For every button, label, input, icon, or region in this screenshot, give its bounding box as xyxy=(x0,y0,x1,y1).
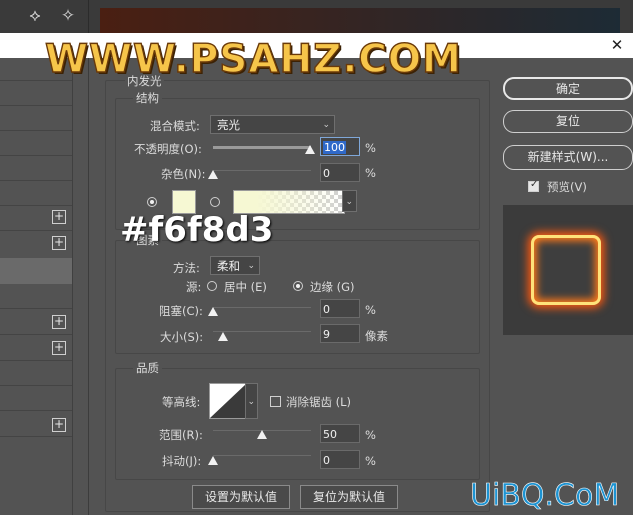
noise-slider-handle[interactable] xyxy=(208,170,218,179)
add-icon[interactable]: + xyxy=(52,418,66,432)
source-edge-radio[interactable] xyxy=(293,281,303,291)
list-divider xyxy=(0,436,72,437)
source-edge-label: 边缘 (G) xyxy=(310,280,355,294)
jitter-slider[interactable] xyxy=(213,455,311,456)
choke-slider[interactable] xyxy=(213,307,311,308)
chevron-down-icon: ⌄ xyxy=(247,397,255,407)
list-divider xyxy=(0,308,72,309)
preview-checkbox[interactable] xyxy=(528,179,539,192)
opacity-label: 不透明度(O): xyxy=(134,142,202,156)
add-icon[interactable]: + xyxy=(52,210,66,224)
range-unit: % xyxy=(365,428,376,442)
size-label: 大小(S): xyxy=(160,330,204,344)
color-hex-label: #f6f8d3 xyxy=(120,210,274,250)
style-list-panel xyxy=(0,58,73,515)
size-unit: 像素 xyxy=(365,329,388,343)
jitter-slider-handle[interactable] xyxy=(208,456,218,465)
jitter-label: 抖动(J): xyxy=(162,454,202,468)
color-radio[interactable] xyxy=(147,197,157,207)
quality-title: 品质 xyxy=(133,360,162,376)
blend-mode-label: 混合模式: xyxy=(150,119,200,133)
gradient-radio[interactable] xyxy=(210,197,220,207)
opacity-unit: % xyxy=(365,141,376,155)
antialias-label: 消除锯齿 (L) xyxy=(286,395,352,409)
list-divider xyxy=(0,205,72,206)
blend-mode-value: 亮光 xyxy=(217,118,240,132)
method-select[interactable]: 柔和 ⌄ xyxy=(210,256,260,275)
chevron-down-icon: ⌄ xyxy=(345,197,353,207)
panel-divider xyxy=(88,58,89,515)
reset-button[interactable]: 复位 xyxy=(503,110,633,133)
structure-title: 结构 xyxy=(133,90,162,106)
method-label: 方法: xyxy=(173,261,200,275)
watermark-psahz: WWW.PSAHZ.COM xyxy=(44,36,462,82)
choke-input[interactable]: 0 xyxy=(320,299,360,318)
source-center-radio[interactable] xyxy=(207,281,217,291)
range-slider-handle[interactable] xyxy=(257,430,267,439)
list-divider xyxy=(0,230,72,231)
noise-label: 杂色(N): xyxy=(161,167,206,181)
jitter-unit: % xyxy=(365,454,376,468)
contour-label: 等高线: xyxy=(162,395,201,409)
new-style-button[interactable]: 新建样式(W)... xyxy=(503,145,633,170)
ok-button[interactable]: 确定 xyxy=(503,77,633,100)
blend-mode-select[interactable]: 亮光 ⌄ xyxy=(210,115,335,134)
opacity-slider[interactable] xyxy=(213,146,311,149)
noise-input[interactable]: 0 xyxy=(320,163,360,182)
preview-label: 预览(V) xyxy=(547,180,587,194)
antialias-checkbox[interactable] xyxy=(270,396,281,407)
choke-label: 阻塞(C): xyxy=(159,304,203,318)
set-default-button[interactable]: 设置为默认值 xyxy=(192,485,290,509)
gradient-dropdown[interactable]: ⌄ xyxy=(342,190,357,212)
add-icon[interactable]: + xyxy=(52,315,66,329)
magic-wand-icon[interactable]: ✧ xyxy=(55,4,81,28)
style-preview-thumbnail xyxy=(503,205,633,335)
opacity-value: 100 xyxy=(323,141,346,154)
list-item-inner-glow-selected[interactable] xyxy=(0,258,72,284)
choke-unit: % xyxy=(365,303,376,317)
source-label: 源: xyxy=(186,280,202,294)
range-label: 范围(R): xyxy=(159,428,203,442)
add-icon[interactable]: + xyxy=(52,341,66,355)
toolbar-divider xyxy=(88,0,89,33)
contour-dropdown[interactable]: ⌄ xyxy=(245,383,258,419)
list-divider xyxy=(0,180,72,181)
add-icon[interactable]: + xyxy=(52,236,66,250)
list-divider xyxy=(0,155,72,156)
opacity-input[interactable]: 100 xyxy=(320,137,360,156)
source-center-label: 居中 (E) xyxy=(224,280,267,294)
range-input[interactable]: 50 xyxy=(320,424,360,443)
noise-unit: % xyxy=(365,166,376,180)
close-icon[interactable]: ✕ xyxy=(607,33,627,58)
canvas-preview-strip xyxy=(100,8,620,33)
contour-picker[interactable] xyxy=(209,383,247,419)
contour-linear-icon xyxy=(210,384,246,418)
chevron-down-icon: ⌄ xyxy=(322,120,330,130)
lasso-icon[interactable]: ⟡ xyxy=(22,4,48,28)
size-slider-handle[interactable] xyxy=(218,332,228,341)
list-divider xyxy=(0,105,72,106)
list-divider xyxy=(0,130,72,131)
chevron-down-icon: ⌄ xyxy=(247,261,255,271)
jitter-input[interactable]: 0 xyxy=(320,450,360,469)
list-divider xyxy=(0,360,72,361)
list-divider xyxy=(0,334,72,335)
list-divider xyxy=(0,385,72,386)
watermark-uibq: UiBQ.CoM xyxy=(470,478,620,514)
reset-default-button[interactable]: 复位为默认值 xyxy=(300,485,398,509)
noise-slider[interactable] xyxy=(213,170,311,171)
list-divider xyxy=(0,410,72,411)
choke-slider-handle[interactable] xyxy=(208,307,218,316)
method-value: 柔和 xyxy=(217,259,240,273)
opacity-slider-handle[interactable] xyxy=(305,145,315,154)
preview-glow-square xyxy=(531,235,601,305)
size-input[interactable]: 9 xyxy=(320,324,360,343)
